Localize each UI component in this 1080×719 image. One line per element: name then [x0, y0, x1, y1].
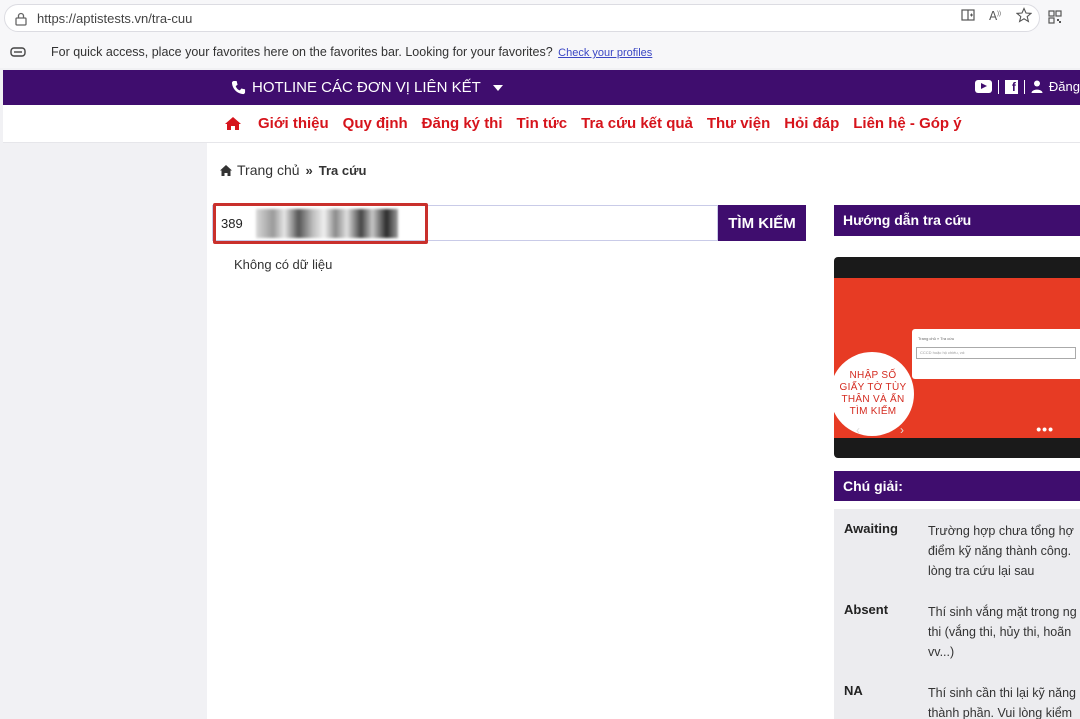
- legend-key: Absent: [844, 602, 889, 617]
- read-aloud-icon[interactable]: A)): [988, 7, 1004, 23]
- legend-list: Awaiting Trường hợp chưa tổng hợ điểm kỹ…: [834, 509, 1080, 719]
- hotline-dropdown[interactable]: HOTLINE CÁC ĐƠN VỊ LIÊN KẾT: [231, 79, 503, 96]
- divider: [997, 79, 999, 94]
- double-chevron-icon: »: [305, 162, 313, 178]
- legend-heading: Chú giải:: [834, 471, 1080, 501]
- legend-line: thi (vắng thi, hủy thi, hoãn: [928, 625, 1072, 639]
- home-icon: [220, 164, 232, 176]
- lock-icon: [15, 12, 27, 26]
- video-screen-input: CCCD hoặc hộ chiếu, vd:: [916, 347, 1076, 359]
- nav-item-dang-ky-thi[interactable]: Đăng ký thi: [422, 115, 503, 132]
- browser-address-bar: https://aptistests.vn/tra-cuu A)): [0, 0, 1080, 38]
- next-arrow-icon[interactable]: ›: [900, 423, 904, 437]
- breadcrumb-current: Tra cứu: [318, 162, 367, 178]
- legend-key: Awaiting: [844, 521, 898, 536]
- legend-description: Thí sinh vắng mặt trong ng thi (vắng thi…: [928, 602, 1080, 662]
- video-caption: NHẬP SỐ GIẤY TỜ TÙY THÂN VÀ ẤN TÌM KIẾM: [834, 370, 912, 418]
- legend-line: lòng tra cứu lại sau: [928, 564, 1035, 578]
- chevron-down-icon: [492, 84, 503, 91]
- breadcrumb-home[interactable]: Trang chủ: [237, 162, 300, 178]
- more-options-icon[interactable]: •••: [1036, 421, 1054, 437]
- legend-line: điểm kỹ năng thành công.: [928, 544, 1072, 558]
- video-screenshot: Trang chủ » Tra cứu CCCD hoặc hộ chiếu, …: [912, 329, 1080, 379]
- video-caption-line: TÌM KIẾM: [849, 406, 897, 417]
- user-icon: [1031, 80, 1043, 93]
- divider: [1023, 79, 1025, 94]
- facebook-icon[interactable]: f: [1004, 79, 1018, 94]
- main-nav: Giới thiệu Quy định Đăng ký thi Tin tức …: [3, 105, 1080, 143]
- legend-key: NA: [844, 683, 863, 698]
- top-bar-actions: f Đăng: [974, 79, 1080, 94]
- legend-line: vv...): [928, 645, 955, 659]
- home-icon[interactable]: [224, 116, 242, 131]
- breadcrumb: Trang chủ » Tra cứu: [219, 162, 366, 178]
- check-profiles-link[interactable]: Check your profiles: [558, 47, 652, 59]
- legend-line: Trường hợp chưa tổng hợ: [928, 524, 1074, 538]
- split-screen-icon[interactable]: [960, 7, 976, 23]
- legend-line: Thí sinh vắng mặt trong ng: [928, 605, 1077, 619]
- legend-description: Trường hợp chưa tổng hợ điểm kỹ năng thà…: [928, 521, 1080, 581]
- phone-icon: [231, 80, 246, 95]
- prev-arrow-icon[interactable]: ‹: [856, 423, 860, 437]
- url-field[interactable]: https://aptistests.vn/tra-cuu: [4, 4, 1040, 32]
- nav-item-quy-dinh[interactable]: Quy định: [343, 115, 408, 132]
- qr-code-icon[interactable]: [1048, 10, 1062, 24]
- url-text: https://aptistests.vn/tra-cuu: [37, 11, 193, 26]
- favorites-bar: For quick access, place your favorites h…: [0, 38, 1080, 68]
- legend-description: Thí sinh cần thi lại kỹ năng thành phần.…: [928, 683, 1080, 719]
- nav-item-thu-vien[interactable]: Thư viện: [707, 115, 770, 132]
- legend-line: Thí sinh cần thi lại kỹ năng: [928, 686, 1076, 700]
- video-caption-line: NHẬP SỐ: [849, 370, 897, 381]
- nav-item-gioi-thieu[interactable]: Giới thiệu: [258, 115, 329, 132]
- video-caption-line: THÂN VÀ ẤN: [841, 394, 905, 405]
- nav-item-tin-tuc[interactable]: Tin tức: [517, 115, 568, 132]
- legend-line: thành phần. Vui lòng kiểm: [928, 706, 1073, 719]
- nav-item-hoi-dap[interactable]: Hỏi đáp: [784, 115, 839, 132]
- favorite-star-icon[interactable]: [1015, 7, 1033, 23]
- no-data-message: Không có dữ liệu: [234, 257, 333, 272]
- video-caption-line: GIẤY TỜ TÙY: [839, 382, 907, 393]
- highlight-annotation: [213, 203, 428, 244]
- youtube-icon[interactable]: [974, 80, 992, 93]
- guide-heading: Hướng dẫn tra cứu: [834, 205, 1080, 236]
- nav-item-tra-cuu-ket-qua[interactable]: Tra cứu kết quả: [581, 115, 693, 132]
- favorites-folder-icon: [10, 47, 26, 57]
- search-button[interactable]: TÌM KIẾM: [718, 205, 806, 241]
- favorites-hint-text: For quick access, place your favorites h…: [51, 45, 553, 59]
- svg-text:)): )): [997, 11, 1001, 17]
- favorites-hint: For quick access, place your favorites h…: [51, 45, 652, 59]
- hotline-label: HOTLINE CÁC ĐƠN VỊ LIÊN KẾT: [252, 79, 481, 96]
- guide-video[interactable]: Trang chủ » Tra cứu CCCD hoặc hộ chiếu, …: [834, 257, 1080, 458]
- site-top-bar: HOTLINE CÁC ĐƠN VỊ LIÊN KẾT f Đăng: [3, 70, 1080, 105]
- video-screen-breadcrumb: Trang chủ » Tra cứu: [918, 336, 955, 341]
- nav-item-lien-he[interactable]: Liên hệ - Góp ý: [853, 115, 961, 132]
- login-link[interactable]: Đăng: [1049, 79, 1080, 94]
